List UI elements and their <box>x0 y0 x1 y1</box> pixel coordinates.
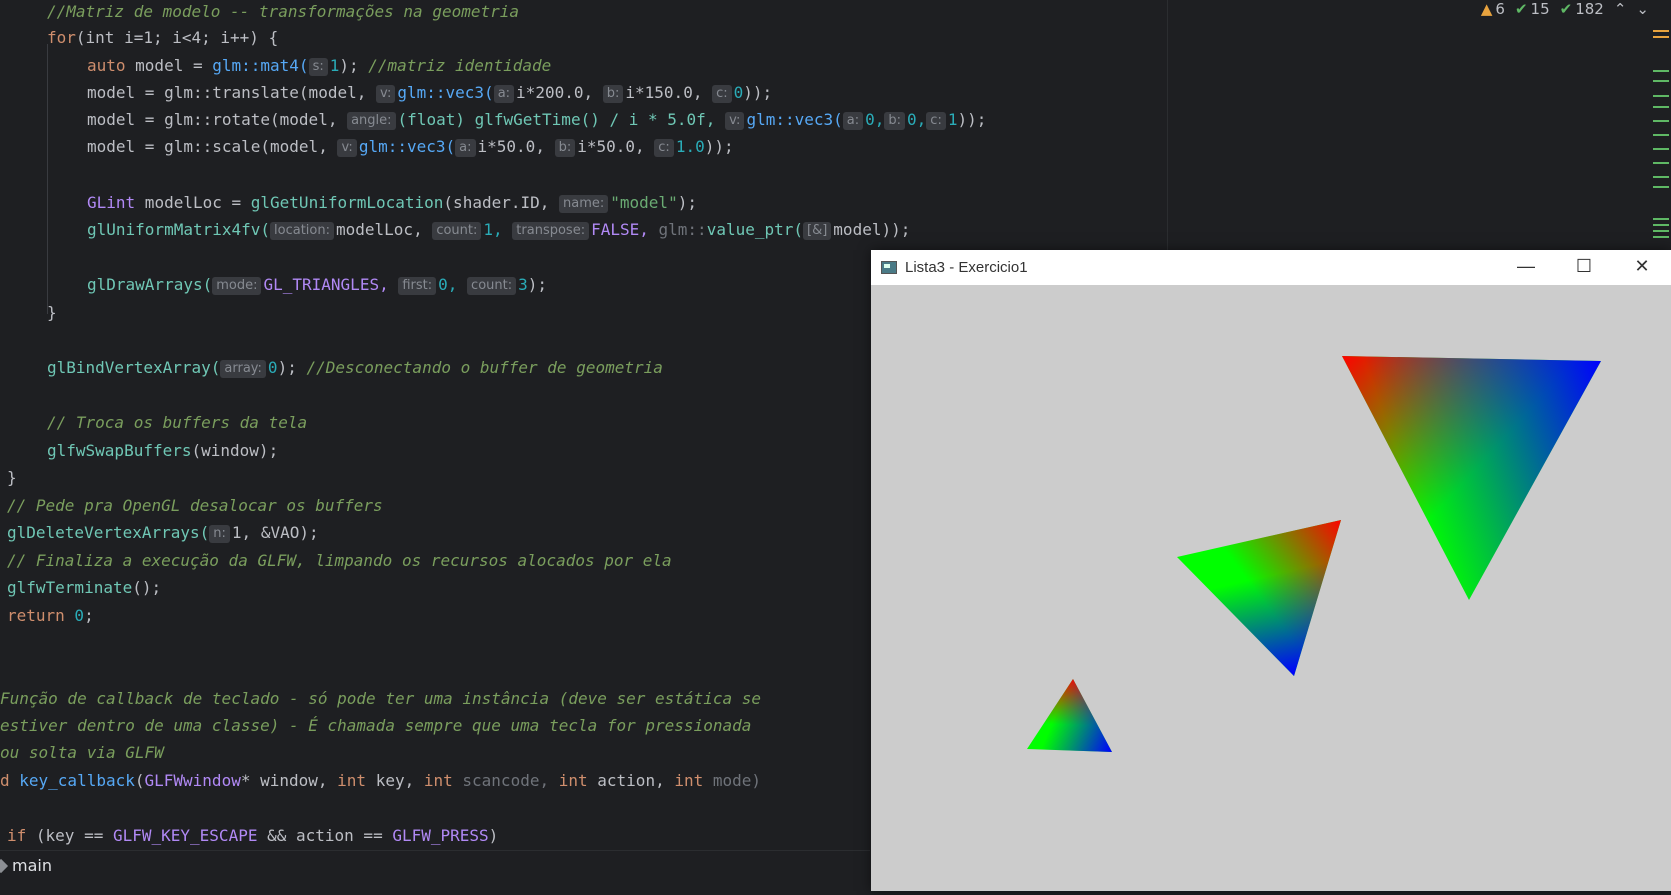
marker[interactable] <box>1653 148 1669 150</box>
code-line-18[interactable]: } <box>7 464 17 491</box>
app-icon <box>881 261 897 274</box>
weak-warnings-count[interactable]: ✔ 15 <box>1515 0 1550 18</box>
code-line-11[interactable]: glDrawArrays(mode: GL_TRIANGLES, first: 0,… <box>87 271 547 298</box>
marker[interactable] <box>1653 120 1669 122</box>
code-line-23[interactable]: return 0; <box>7 602 94 629</box>
breadcrumb-main[interactable]: main <box>12 856 52 875</box>
triangle-small <box>1027 679 1112 752</box>
close-icon[interactable]: ✕ <box>1613 250 1671 285</box>
marker[interactable] <box>1653 95 1669 97</box>
triangle-medium <box>1177 520 1341 676</box>
marker[interactable] <box>1653 236 1669 238</box>
typos-count[interactable]: ✔ 182 <box>1560 0 1604 18</box>
code-line-29[interactable]: d key_callback(GLFWwindow* window, int k… <box>0 767 761 794</box>
code-line-31[interactable]: if (key == GLFW_KEY_ESCAPE && action == … <box>7 822 498 849</box>
window-titlebar[interactable]: Lista3 - Exercicio1 — ☐ ✕ <box>871 250 1671 285</box>
window-title: Lista3 - Exercicio1 <box>905 259 1028 276</box>
render-surface <box>1027 356 1601 752</box>
marker[interactable] <box>1653 134 1669 136</box>
marker[interactable] <box>1653 186 1669 188</box>
gl-canvas[interactable] <box>871 285 1671 891</box>
check-icon: ✔ <box>1514 0 1528 18</box>
cube-icon <box>0 858 9 874</box>
chevron-down-icon[interactable]: ⌄ <box>1636 0 1649 18</box>
breadcrumb-bar[interactable]: main <box>0 850 870 881</box>
minimize-icon[interactable]: — <box>1497 250 1555 285</box>
code-line-8[interactable]: GLint modelLoc = glGetUniformLocation(sh… <box>87 189 697 216</box>
code-line-6[interactable]: model = glm::scale(model, v: glm::vec3(a:… <box>87 133 734 160</box>
warnings-count[interactable]: ▲ 6 <box>1481 0 1505 18</box>
marker[interactable] <box>1653 230 1669 232</box>
marker[interactable] <box>1653 218 1669 220</box>
marker[interactable] <box>1653 176 1669 178</box>
chevron-up-icon[interactable]: ⌃ <box>1614 0 1627 18</box>
code-line-14[interactable]: glBindVertexArray(array: 0); //Desconecta… <box>47 354 663 381</box>
maximize-icon[interactable]: ☐ <box>1555 250 1613 285</box>
double-check-icon: ✔ <box>1559 0 1573 18</box>
code-line-5[interactable]: model = glm::rotate(model, angle: (float)… <box>87 106 986 133</box>
marker[interactable] <box>1653 224 1669 226</box>
marker[interactable] <box>1653 30 1669 32</box>
code-line-9[interactable]: glUniformMatrix4fv(location: modelLoc, co… <box>87 216 910 243</box>
code-line-1[interactable]: //Matriz de modelo -- transformações na … <box>47 0 519 25</box>
code-line-2[interactable]: for(int i=1; i<4; i++) { <box>47 24 278 51</box>
marker[interactable] <box>1653 106 1669 108</box>
code-line-3[interactable]: auto model = glm::mat4(s: 1); //matriz id… <box>87 52 551 79</box>
code-line-17[interactable]: glfwSwapBuffers(window); <box>47 437 278 464</box>
indent-guide <box>47 44 48 314</box>
code-line-21[interactable]: // Finaliza a execução da GLFW, limpando… <box>7 547 672 574</box>
code-line-27[interactable]: estiver dentro de uma classe) - É chamad… <box>0 712 751 739</box>
code-line-26[interactable]: Função de callback de teclado - só pode … <box>0 685 761 712</box>
code-line-16[interactable]: // Troca os buffers da tela <box>47 409 307 436</box>
marker[interactable] <box>1653 162 1669 164</box>
code-line-12[interactable]: } <box>47 299 57 326</box>
app-window[interactable]: Lista3 - Exercicio1 — ☐ ✕ <box>871 250 1671 891</box>
code-line-4[interactable]: model = glm::translate(model, v: glm::vec… <box>87 79 772 106</box>
triangle-large <box>1342 356 1601 600</box>
marker[interactable] <box>1653 80 1669 82</box>
marker[interactable] <box>1653 36 1669 38</box>
code-line-20[interactable]: glDeleteVertexArrays(n: 1, &VAO); <box>7 519 319 546</box>
code-line-19[interactable]: // Pede pra OpenGL desalocar os buffers <box>7 492 383 519</box>
code-line-22[interactable]: glfwTerminate(); <box>7 574 161 601</box>
code-line-28[interactable]: ou solta via GLFW <box>0 739 164 766</box>
warning-icon: ▲ <box>1480 0 1493 18</box>
inspection-widget[interactable]: ▲ 6 ✔ 15 ✔ 182 ⌃ ⌄ <box>1481 0 1649 18</box>
marker[interactable] <box>1653 70 1669 72</box>
